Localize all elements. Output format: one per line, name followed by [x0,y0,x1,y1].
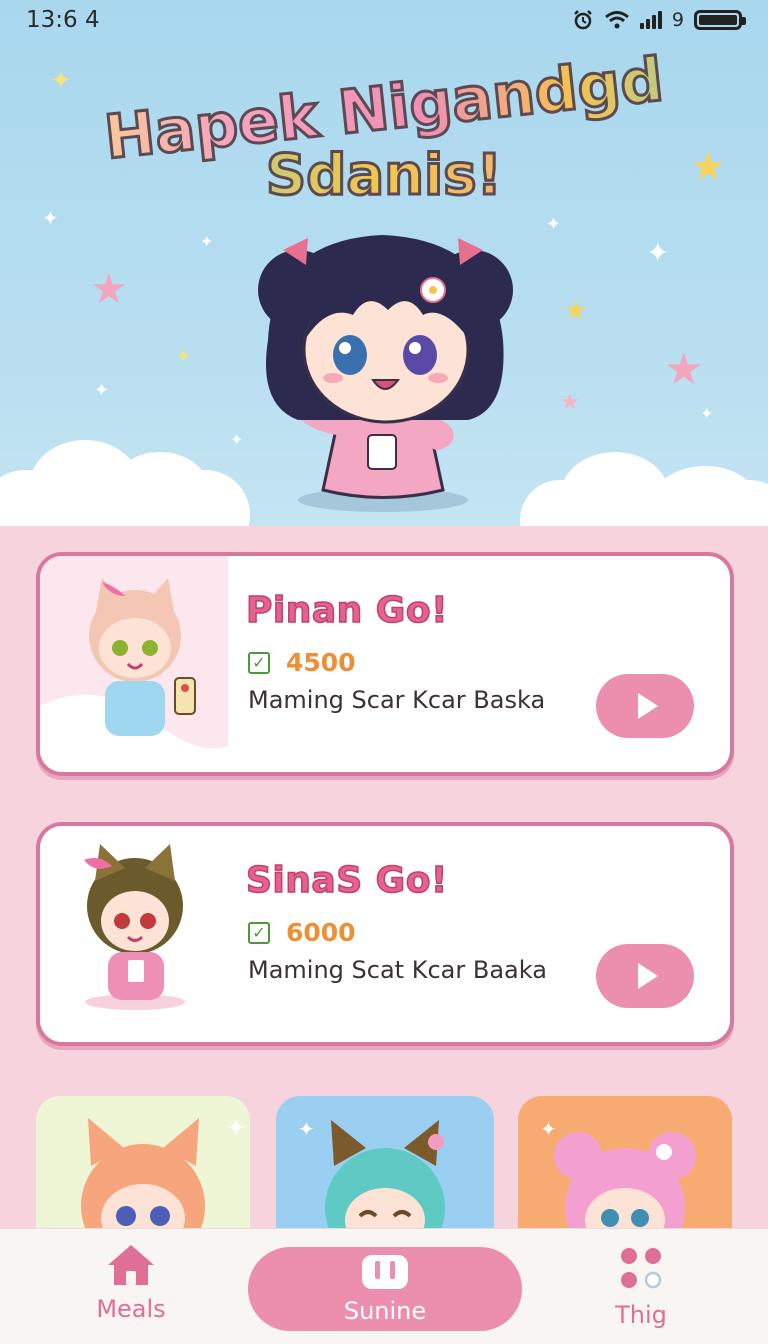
game-card-thumbnail [40,556,228,772]
hero-title: Hapek Nigandgd Sdanis! [0,43,768,206]
mascot-character [258,235,513,512]
game-score: ✓ 4500 [248,648,356,677]
status-icons: 9 [572,9,746,31]
sparkle-icon: ✦ [700,404,714,423]
star-icon: ★ [664,344,704,395]
game-score: ✓ 6000 [248,918,356,947]
play-button[interactable] [596,944,694,1008]
score-value: 4500 [286,648,356,677]
nav-label: Meals [96,1295,166,1323]
sparkle-icon: ✦ [200,232,214,251]
star-icon: ★ [564,296,588,326]
play-icon [638,693,658,719]
game-title: SinaS Go! [245,859,448,902]
nav-item-meals[interactable]: Meals [80,1243,182,1323]
play-button[interactable] [596,674,694,738]
signal-icon [639,11,662,29]
signal-text: 9 [671,9,684,31]
game-title: Pinan Go! [245,589,449,632]
check-icon: ✓ [248,651,270,674]
svg-text:✦: ✦ [540,1117,557,1141]
game-description: Maming Scat Kcar Baaka [248,956,547,984]
svg-text:✦: ✦ [226,1114,246,1142]
nav-item-sunine[interactable]: Sunine [248,1247,522,1331]
sparkle-icon: ✦ [546,214,562,235]
svg-text:✦: ✦ [298,1117,315,1141]
game-icon [362,1255,408,1289]
sparkle-icon: ✦ [176,346,192,367]
nav-label: Sunine [343,1297,427,1325]
game-card[interactable]: SinaS Go! ✓ 6000 Maming Scat Kcar Baaka [36,822,734,1046]
game-card[interactable]: Pinan Go! ✓ 4500 Maming Scar Kcar Baska [36,552,734,776]
cloud-right-puff [650,466,760,526]
score-value: 6000 [286,918,356,947]
sparkle-icon: ✦ [42,206,59,230]
status-bar: 13:6 4 9 [0,0,768,40]
check-icon: ✓ [248,921,270,944]
alarm-icon [574,10,592,30]
play-icon [638,963,658,989]
bottom-nav: Meals Sunine Thig [0,1228,768,1344]
sparkle-icon: ✦ [646,236,670,269]
wifi-icon [604,11,629,29]
star-icon: ★ [560,390,580,415]
sparkle-icon: ✦ [94,380,110,401]
star-icon: ★ [90,264,128,313]
grid-dots-icon [621,1248,662,1289]
cloud-left-puff [110,452,210,526]
battery-icon [694,10,746,30]
status-time: 13:6 4 [26,7,100,33]
game-description: Maming Scar Kcar Baska [248,686,546,714]
nav-item-thig[interactable]: Thig [586,1243,696,1329]
home-icon [108,1245,154,1285]
game-card-thumbnail [40,826,228,1042]
nav-label: Thig [615,1301,667,1329]
hero-banner: 13:6 4 9 ✦ ★ ✦ ✦ ★ ✦ ✦ ★ ✦ ★ [0,0,768,526]
